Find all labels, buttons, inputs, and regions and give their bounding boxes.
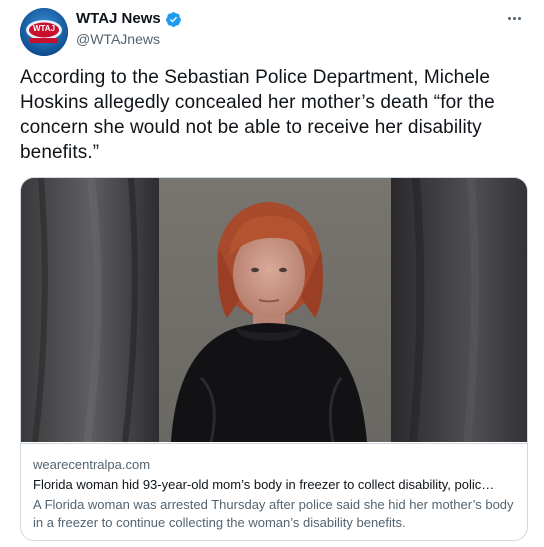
card-domain: wearecentralpa.com — [33, 457, 151, 472]
card-title: Florida woman hid 93-year-old mom’s body… — [33, 477, 495, 492]
author-display-name[interactable]: WTAJ News — [76, 10, 161, 28]
verified-badge-icon — [165, 11, 181, 27]
card-meta: wearecentralpa.com Florida woman hid 93-… — [21, 443, 527, 532]
more-dot — [517, 16, 521, 20]
author-handle[interactable]: @WTAJnews — [76, 30, 160, 48]
more-dot — [512, 16, 516, 20]
link-preview-card[interactable]: wearecentralpa.com Florida woman hid 93-… — [20, 177, 528, 541]
card-image[interactable] — [21, 178, 527, 442]
more-dot — [507, 16, 511, 20]
avatar-logo-text: WTAJ — [32, 24, 56, 33]
author-name-row: WTAJ News — [76, 10, 182, 28]
more-options-icon[interactable] — [502, 10, 526, 26]
card-description: A Florida woman was arrested Thursday af… — [33, 497, 514, 530]
tweet-text: According to the Sebastian Police Depart… — [20, 67, 495, 163]
